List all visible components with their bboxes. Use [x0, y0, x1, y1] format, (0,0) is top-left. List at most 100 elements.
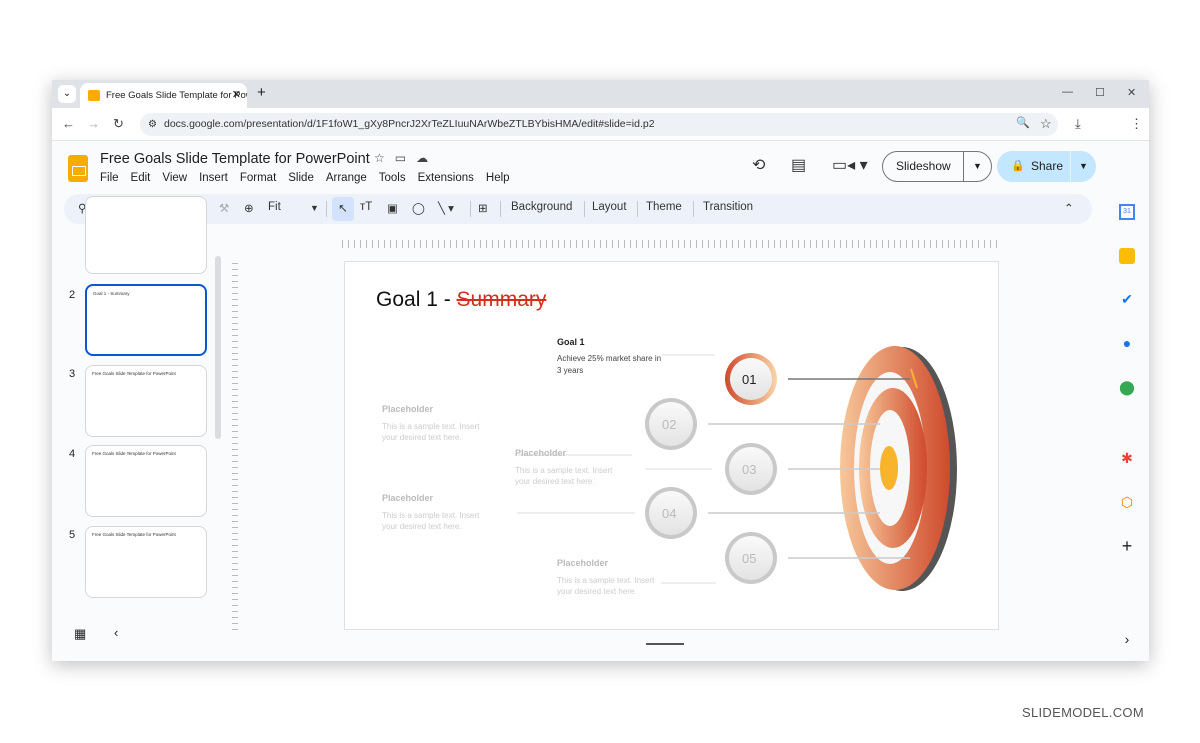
goal-text-line2: 3 years [557, 366, 584, 375]
filmstrip: 2 Goal 1 - Summary 3 Free Goals Slide Te… [52, 196, 222, 661]
star-icon[interactable]: ☆ [374, 151, 395, 165]
reload-icon[interactable]: ↻ [113, 116, 124, 132]
browser-window: ⌄ Free Goals Slide Template for PowerPoi… [52, 80, 1149, 661]
tasks-icon[interactable]: ✔ [1119, 291, 1135, 307]
add-comment-icon[interactable]: ⊞ [478, 201, 488, 215]
menu-edit[interactable]: Edit [131, 172, 151, 184]
browser-tab[interactable]: Free Goals Slide Template for PowerPoint… [80, 83, 247, 108]
menu-slide[interactable]: Slide [288, 172, 314, 184]
menu-help[interactable]: Help [486, 172, 510, 184]
collapse-filmstrip-icon[interactable]: ‹ [114, 625, 118, 640]
menu-file[interactable]: File [100, 172, 119, 184]
menu-extensions[interactable]: Extensions [418, 172, 474, 184]
slideshow-dropdown-icon[interactable]: ▼ [963, 152, 991, 181]
slide-number: 5 [69, 529, 76, 541]
filmstrip-scrollbar[interactable] [215, 256, 221, 439]
menu-bar: File Edit View Insert Format Slide Arran… [100, 172, 510, 184]
keep-icon[interactable] [1119, 248, 1135, 264]
paint-format-icon[interactable]: ⚒ [219, 201, 229, 215]
maps-icon[interactable]: ⬤ [1119, 379, 1135, 395]
slide-thumbnail-3[interactable]: Free Goals Slide Template for PowerPoint [85, 365, 207, 437]
close-tab-icon[interactable]: ✕ [232, 83, 241, 108]
slide-canvas[interactable]: Goal 1 - Summary 01 02 03 04 05 Goal 1 A… [344, 261, 999, 630]
browser-menu-icon[interactable]: ⋮ [1130, 116, 1143, 132]
placeholder-text: This is a sample text. Insert [382, 422, 480, 431]
addon-office-icon[interactable]: ⬡ [1119, 494, 1135, 510]
line-icon[interactable]: ╲ ▾ [438, 201, 454, 215]
layout-button[interactable]: Layout [592, 201, 627, 213]
meet-camera-icon[interactable]: ▭◂ ▾ [832, 155, 868, 175]
side-panel: 31 ✔ ● ⬤ ✱ ⬡ + › [1108, 193, 1149, 661]
speaker-notes-handle[interactable] [646, 643, 684, 645]
select-cursor-icon[interactable]: ↖ [332, 197, 354, 221]
slides-logo-icon[interactable] [68, 155, 88, 182]
placeholder-text: your desired text here. [515, 477, 595, 486]
bullseye [880, 446, 898, 490]
vertical-ruler [232, 263, 238, 633]
expand-panel-icon[interactable]: › [1119, 631, 1135, 647]
placeholder-heading: Placeholder [382, 493, 434, 503]
slide-thumbnail-4[interactable]: Free Goals Slide Template for PowerPoint [85, 445, 207, 517]
slide-thumbnail-2[interactable]: Goal 1 - Summary [85, 284, 207, 356]
url-text: docs.google.com/presentation/d/1F1foW1_g… [164, 118, 655, 130]
version-history-icon[interactable]: ⟲ [752, 155, 765, 175]
goal-heading: Goal 1 [557, 337, 585, 347]
bookmark-star-icon[interactable]: ☆ [1040, 116, 1052, 132]
comments-icon[interactable]: ▤ [791, 155, 806, 175]
placeholder-text: your desired text here. [382, 522, 462, 531]
maximize-button[interactable]: ☐ [1095, 86, 1105, 99]
horizontal-ruler [342, 240, 1002, 248]
site-settings-icon[interactable]: ⚙ [148, 113, 157, 136]
get-addons-icon[interactable]: + [1119, 537, 1135, 555]
grid-view-icon[interactable]: ▦ [74, 626, 86, 642]
tab-bar: ⌄ Free Goals Slide Template for PowerPoi… [52, 80, 1149, 108]
slide-number: 2 [69, 289, 76, 301]
goal-text: Achieve 25% market share in [557, 354, 662, 363]
tab-search-button[interactable]: ⌄ [58, 85, 76, 103]
addon-asterisk-icon[interactable]: ✱ [1119, 450, 1135, 466]
shape-icon[interactable]: ◯ [412, 201, 425, 215]
placeholder-heading: Placeholder [382, 404, 434, 414]
share-dropdown-icon[interactable]: ▼ [1070, 151, 1096, 182]
download-icon[interactable]: ⤓ [1075, 116, 1081, 132]
transition-button[interactable]: Transition [703, 201, 753, 213]
move-folder-icon[interactable]: ▭ [395, 151, 416, 165]
menu-format[interactable]: Format [240, 172, 276, 184]
menu-insert[interactable]: Insert [199, 172, 228, 184]
app-header: Free Goals Slide Template for PowerPoint… [52, 141, 1149, 193]
zoom-select[interactable]: Fit [268, 201, 281, 213]
collapse-toolbar-icon[interactable]: ⌃ [1064, 201, 1074, 215]
circle-label-05: 05 [742, 551, 757, 566]
text-box-icon[interactable]: ᴛT [360, 201, 372, 213]
document-title[interactable]: Free Goals Slide Template for PowerPoint [100, 151, 370, 167]
back-icon[interactable]: ← [62, 116, 75, 131]
thumbnail-title: Free Goals Slide Template for PowerPoint [92, 451, 176, 456]
toolbar: ⚲ + ▾ ↶ ↷ ⎙ ⚒ ⊕ Fit ▼ ↖ ᴛT ▣ ◯ ╲ ▾ ⊞ Bac… [64, 194, 1092, 224]
theme-button[interactable]: Theme [646, 201, 682, 213]
share-button[interactable]: 🔒 Share ▼ [997, 151, 1096, 182]
slides-favicon-icon [88, 90, 100, 101]
zoom-icon[interactable]: ⊕ [244, 201, 254, 215]
menu-view[interactable]: View [162, 172, 187, 184]
circle-label-04: 04 [662, 506, 677, 521]
url-input[interactable]: ⚙ docs.google.com/presentation/d/1F1foW1_… [140, 113, 1058, 136]
slideshow-label: Slideshow [896, 159, 951, 173]
zoom-dropdown-icon[interactable]: ▼ [310, 203, 319, 213]
new-tab-button[interactable]: + [257, 84, 266, 101]
placeholder-text: This is a sample text. Insert [557, 576, 655, 585]
slideshow-button[interactable]: Slideshow ▼ [882, 151, 992, 182]
target-graphic [517, 346, 957, 591]
forward-icon[interactable]: → [87, 116, 100, 131]
calendar-icon[interactable]: 31 [1119, 204, 1135, 220]
slide-thumbnail-1[interactable] [85, 196, 207, 274]
menu-arrange[interactable]: Arrange [326, 172, 367, 184]
close-window-button[interactable]: ✕ [1127, 86, 1136, 99]
contacts-icon[interactable]: ● [1119, 335, 1135, 351]
placeholder-heading: Placeholder [557, 558, 609, 568]
insert-image-icon[interactable]: ▣ [387, 201, 398, 215]
menu-tools[interactable]: Tools [379, 172, 406, 184]
background-button[interactable]: Background [511, 201, 572, 213]
minimize-button[interactable]: — [1062, 86, 1073, 98]
slide-thumbnail-5[interactable]: Free Goals Slide Template for PowerPoint [85, 526, 207, 598]
zoom-icon[interactable]: 🔍 [1016, 116, 1030, 129]
